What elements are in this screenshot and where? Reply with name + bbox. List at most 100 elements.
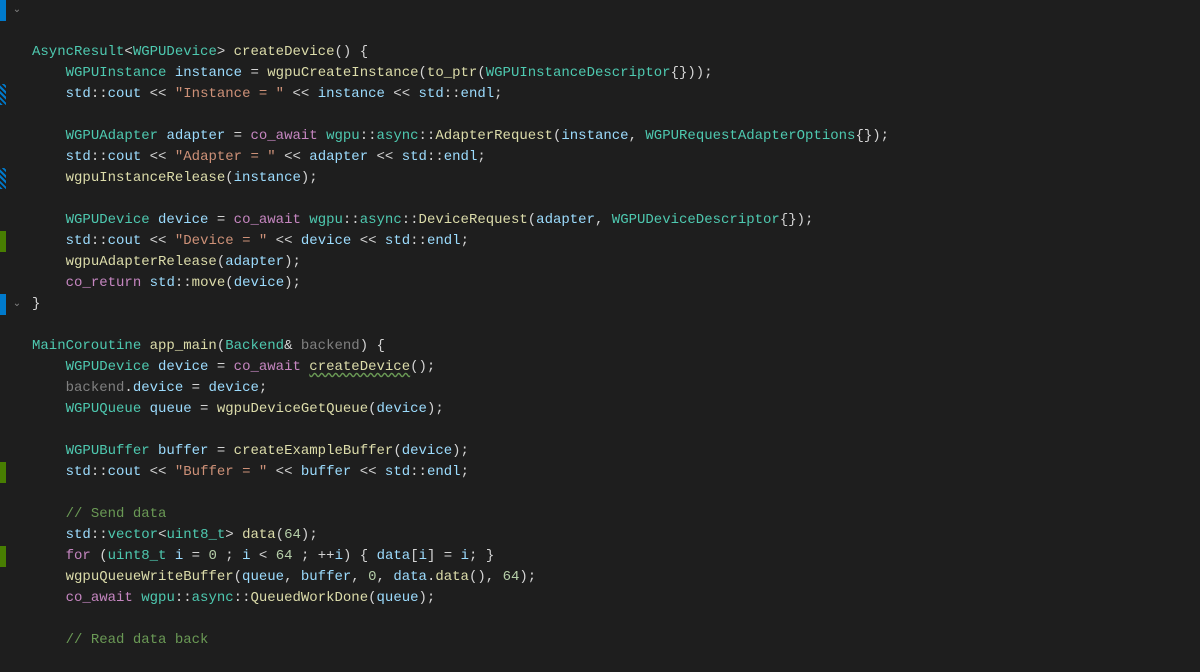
token-var: endl xyxy=(444,149,478,165)
token-string: "Instance = " xyxy=(175,86,284,102)
token-punct: :: xyxy=(91,527,108,543)
token-func: DeviceRequest xyxy=(419,212,528,228)
code-line[interactable]: backend.device = device; xyxy=(32,378,889,399)
token-func: data xyxy=(435,569,469,585)
token-punct: ( xyxy=(368,401,376,417)
token-control: co_await xyxy=(250,128,317,144)
token-punct: ; xyxy=(259,380,267,396)
code-line[interactable]: std::cout << "Buffer = " << buffer << st… xyxy=(32,462,889,483)
token-punct: :: xyxy=(91,149,108,165)
token-var: instance xyxy=(561,128,628,144)
token-punct xyxy=(150,212,158,228)
code-line[interactable]: WGPUDevice device = co_await createDevic… xyxy=(32,357,889,378)
fold-toggle[interactable]: ⌄ xyxy=(10,294,24,315)
token-punct xyxy=(141,275,149,291)
token-var: instance xyxy=(318,86,385,102)
token-punct: , xyxy=(595,212,612,228)
token-punct: ; ++ xyxy=(293,548,335,564)
code-line[interactable] xyxy=(32,420,889,441)
token-punct: {})); xyxy=(671,65,713,81)
token-punct: << xyxy=(267,233,301,249)
code-line[interactable]: std::cout << "Device = " << device << st… xyxy=(32,231,889,252)
token-punct: << xyxy=(351,464,385,480)
token-punct: ); xyxy=(301,527,318,543)
token-func: wgpuCreateInstance xyxy=(267,65,418,81)
token-func: wgpuInstanceRelease xyxy=(66,170,226,186)
token-punct: = xyxy=(208,212,233,228)
code-line[interactable]: for (uint8_t i = 0 ; i < 64 ; ++i) { dat… xyxy=(32,546,889,567)
token-func: wgpuQueueWriteBuffer xyxy=(66,569,234,585)
token-control: co_return xyxy=(66,275,142,291)
token-punct: & xyxy=(284,338,301,354)
token-punct: ); xyxy=(284,254,301,270)
token-punct: ( xyxy=(217,254,225,270)
token-var: device xyxy=(377,401,427,417)
token-punct: :: xyxy=(91,233,108,249)
token-type: WGPUDeviceDescriptor xyxy=(612,212,780,228)
token-var: cout xyxy=(108,149,142,165)
token-punct: ( xyxy=(276,527,284,543)
code-line[interactable]: co_return std::move(device); xyxy=(32,273,889,294)
token-param: backend xyxy=(66,380,125,396)
code-line[interactable] xyxy=(32,315,889,336)
token-func: QueuedWorkDone xyxy=(250,590,368,606)
code-line[interactable]: MainCoroutine app_main(Backend& backend)… xyxy=(32,336,889,357)
code-line[interactable]: std::cout << "Adapter = " << adapter << … xyxy=(32,147,889,168)
token-var: std xyxy=(66,86,91,102)
token-punct: () { xyxy=(334,44,368,60)
code-line[interactable]: WGPUQueue queue = wgpuDeviceGetQueue(dev… xyxy=(32,399,889,420)
token-punct: } xyxy=(32,296,40,312)
token-punct: {}); xyxy=(780,212,814,228)
token-var: buffer xyxy=(158,443,208,459)
token-var: device xyxy=(234,275,284,291)
token-func: to_ptr xyxy=(427,65,477,81)
code-line[interactable] xyxy=(32,483,889,504)
code-editor[interactable]: AsyncResult<WGPUDevice> createDevice() {… xyxy=(28,0,889,595)
token-var: std xyxy=(385,233,410,249)
code-line[interactable]: WGPUBuffer buffer = createExampleBuffer(… xyxy=(32,441,889,462)
code-line[interactable]: } xyxy=(32,294,889,315)
token-punct: = xyxy=(183,548,208,564)
fold-toggle[interactable]: ⌄ xyxy=(10,0,24,21)
token-namespace: wgpu xyxy=(326,128,360,144)
code-line[interactable]: WGPUDevice device = co_await wgpu::async… xyxy=(32,210,889,231)
token-punct: < xyxy=(251,548,276,564)
token-punct: ); xyxy=(419,590,436,606)
token-punct: < xyxy=(124,44,132,60)
code-line[interactable]: std::cout << "Instance = " << instance <… xyxy=(32,84,889,105)
code-line[interactable] xyxy=(32,105,889,126)
token-var: device xyxy=(208,380,258,396)
code-line[interactable]: WGPUAdapter adapter = co_await wgpu::asy… xyxy=(32,126,889,147)
token-type: Backend xyxy=(225,338,284,354)
code-line[interactable]: co_await wgpu::async::QueuedWorkDone(que… xyxy=(32,588,889,609)
token-punct: ( xyxy=(528,212,536,228)
token-punct: = xyxy=(225,128,250,144)
code-line[interactable]: std::vector<uint8_t> data(64); xyxy=(32,525,889,546)
token-punct: = xyxy=(208,359,233,375)
token-punct: = xyxy=(208,443,233,459)
token-func: createDevice xyxy=(309,359,410,375)
code-line[interactable]: // Send data xyxy=(32,504,889,525)
token-punct: << xyxy=(368,149,402,165)
token-punct: << xyxy=(141,233,175,249)
code-line[interactable] xyxy=(32,609,889,630)
token-punct: , xyxy=(284,569,301,585)
token-var: data xyxy=(393,569,427,585)
code-line[interactable]: // Read data back xyxy=(32,630,889,651)
token-punct xyxy=(166,548,174,564)
token-var: std xyxy=(419,86,444,102)
token-punct: ( xyxy=(225,170,233,186)
token-var: device xyxy=(133,380,183,396)
token-var: std xyxy=(66,527,91,543)
code-line[interactable]: wgpuAdapterRelease(adapter); xyxy=(32,252,889,273)
code-line[interactable]: WGPUInstance instance = wgpuCreateInstan… xyxy=(32,63,889,84)
code-line[interactable] xyxy=(32,189,889,210)
token-comment: // Send data xyxy=(66,506,167,522)
token-var: std xyxy=(66,464,91,480)
token-type: WGPUInstanceDescriptor xyxy=(486,65,671,81)
code-line[interactable]: wgpuInstanceRelease(instance); xyxy=(32,168,889,189)
code-line[interactable]: wgpuQueueWriteBuffer(queue, buffer, 0, d… xyxy=(32,567,889,588)
token-punct: ; xyxy=(477,149,485,165)
token-punct: ( xyxy=(234,569,242,585)
code-line[interactable]: AsyncResult<WGPUDevice> createDevice() { xyxy=(32,42,889,63)
